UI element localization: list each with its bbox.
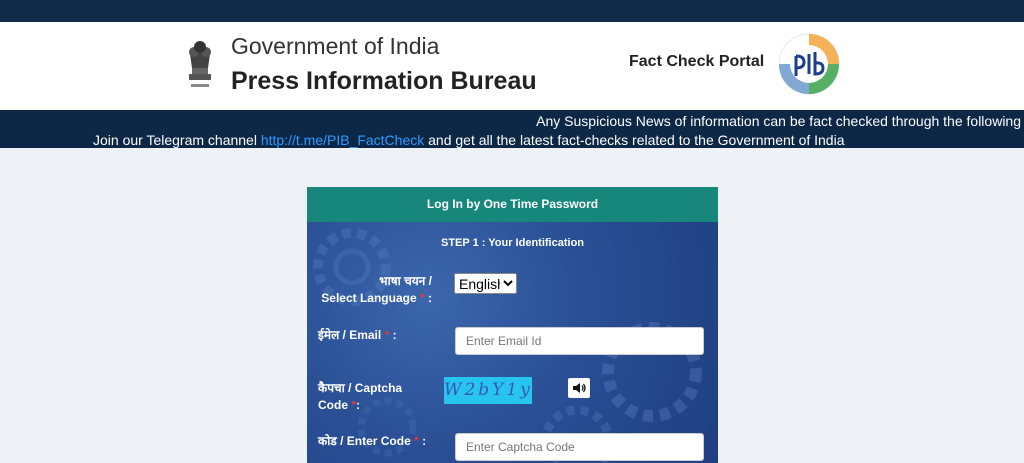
captcha-label-line2: Code — [318, 398, 348, 412]
portal-title: Fact Check Portal — [629, 53, 765, 70]
code-label-text: कोड / Enter Code — [318, 434, 411, 448]
colon: : — [428, 291, 432, 305]
email-label-text: ईमेल / Email — [318, 328, 382, 342]
site-header: Government of India Press Information Bu… — [0, 22, 1024, 110]
ticker-prefix: Join our Telegram channel — [93, 132, 261, 148]
email-label: ईमेल / Email * : — [318, 327, 397, 344]
language-label-en: Select Language — [321, 291, 417, 305]
required-mark: * — [419, 291, 425, 305]
email-input[interactable] — [455, 327, 704, 355]
code-label: कोड / Enter Code * : — [318, 433, 426, 450]
captcha-code-input[interactable] — [455, 433, 704, 461]
required-mark: * — [384, 328, 390, 342]
ticker-line-2: Join our Telegram channel http://t.me/PI… — [93, 132, 845, 148]
ticker-line-1: Any Suspicious News of information can b… — [536, 113, 1021, 129]
background-gears-decoration — [313, 228, 702, 463]
captcha-label: कैपचा / Captcha Code *: — [318, 380, 402, 414]
ticker-suffix: and get all the latest fact-checks relat… — [424, 132, 845, 148]
language-label-hi: भाषा चयन / — [379, 274, 432, 288]
step-title: STEP 1 : Your Identification — [440, 237, 585, 249]
captcha-label-line1: कैपचा / Captcha — [318, 381, 403, 395]
speaker-icon — [573, 383, 586, 393]
colon: : — [392, 328, 397, 342]
pib-logo-icon — [778, 33, 840, 95]
captcha-audio-button[interactable] — [568, 378, 590, 398]
captcha-image: W2bY1y — [444, 377, 532, 404]
top-strip — [0, 0, 1024, 22]
language-label: भाषा चयन / Select Language * : — [312, 273, 432, 307]
colon: : — [356, 398, 361, 412]
required-mark: * — [414, 434, 419, 448]
gov-line: Government of India — [231, 33, 440, 59]
login-card: Log In by One Time Password STEP 1 : You… — [307, 187, 718, 463]
news-ticker: Any Suspicious News of information can b… — [0, 110, 1024, 148]
telegram-link[interactable]: http://t.me/PIB_FactCheck — [261, 132, 424, 148]
language-select[interactable]: English — [454, 273, 517, 294]
bureau-title: Press Information Bureau — [231, 67, 537, 95]
national-emblem-icon — [189, 41, 211, 87]
login-card-header: Log In by One Time Password — [307, 187, 718, 222]
colon: : — [422, 434, 427, 448]
